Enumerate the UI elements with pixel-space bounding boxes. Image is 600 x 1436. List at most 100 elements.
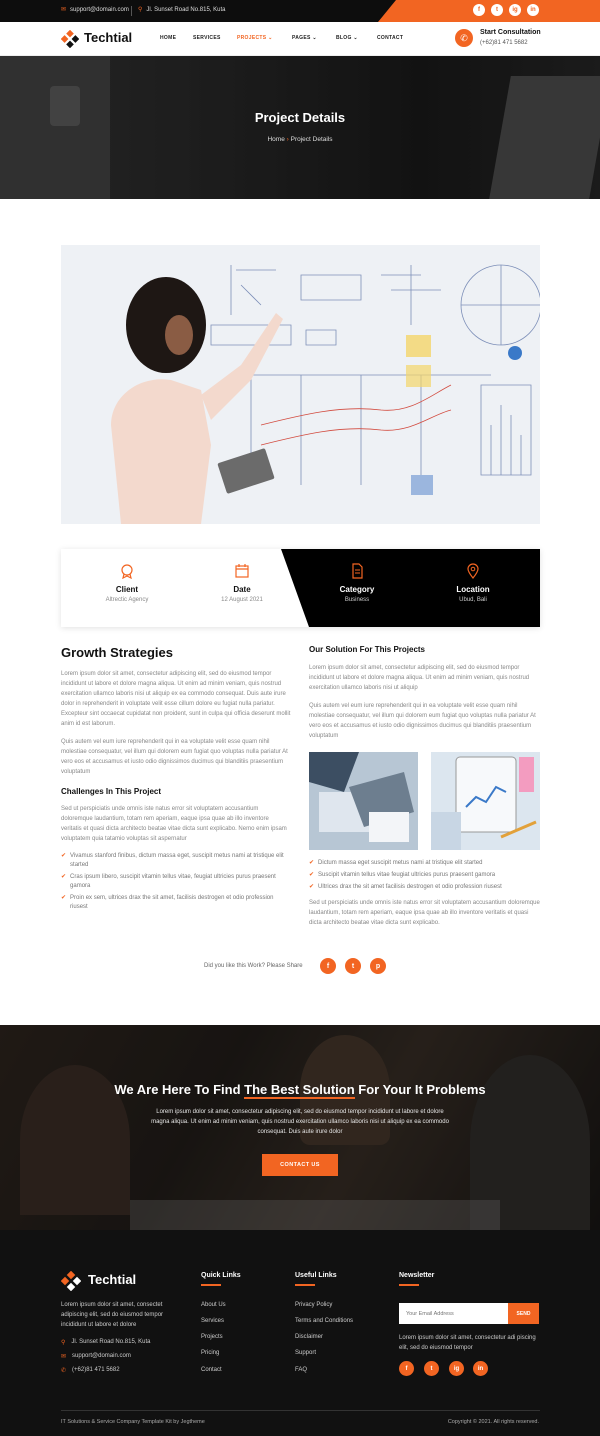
consult-title[interactable]: Start Consultation (480, 29, 541, 36)
info-location: Location Ubud, Bali (423, 563, 523, 603)
linkedin-icon[interactable]: in (527, 4, 539, 16)
breadcrumb-current: Project Details (290, 136, 333, 143)
info-category: Category Business (307, 563, 407, 603)
location-value: Ubud, Bali (459, 597, 487, 603)
award-icon (121, 564, 133, 580)
footer-link[interactable]: Support (295, 1350, 316, 1356)
cta-section: We Are Here To Find The Best Solution Fo… (0, 1025, 600, 1230)
footer-link[interactable]: Services (201, 1318, 224, 1324)
twitter-icon[interactable]: t (424, 1361, 439, 1376)
linkedin-icon[interactable]: in (473, 1361, 488, 1376)
logo-icon (61, 30, 79, 48)
footer-divider (61, 1410, 540, 1411)
topbar-email[interactable]: ✉ support@domain.com (61, 6, 129, 14)
footer-link[interactable]: Privacy Policy (295, 1302, 332, 1308)
breadcrumb: Home › Project Details (0, 136, 600, 143)
newsletter-title: Newsletter (399, 1272, 435, 1279)
nav-contact[interactable]: CONTACT (377, 35, 403, 41)
heading-underline (295, 1284, 315, 1286)
location-label: Location (456, 585, 490, 594)
project-image (61, 245, 540, 524)
footer-link[interactable]: Pricing (201, 1350, 219, 1356)
footer-link[interactable]: About Us (201, 1302, 226, 1308)
footer-link[interactable]: FAQ (295, 1367, 307, 1373)
facebook-icon[interactable]: f (473, 4, 485, 16)
main-nav: Techtial HOME SERVICES PROJECTS ⌄ PAGES … (0, 22, 600, 56)
nav-pages[interactable]: PAGES ⌄ (292, 35, 317, 41)
nav-services[interactable]: SERVICES (193, 35, 221, 41)
instagram-icon[interactable]: ig (449, 1361, 464, 1376)
date-value: 12 August 2021 (221, 597, 263, 603)
phone-icon[interactable]: ✆ (455, 29, 473, 47)
list-item: ✔ Suscipit vitamin tellus vitae feugiat u… (309, 872, 496, 878)
newsletter-email-input[interactable] (399, 1303, 508, 1324)
breadcrumb-separator-icon: › (286, 136, 289, 143)
chevron-down-icon: ⌄ (268, 35, 273, 41)
calendar-icon (235, 564, 249, 578)
category-value: Business (344, 597, 370, 603)
paragraph: Sed ut perspiciatis unde omnis iste natu… (61, 806, 287, 842)
document-icon (352, 563, 363, 579)
chevron-down-icon: ⌄ (353, 35, 358, 41)
cta-text: Lorem ipsum dolor sit amet, consectetur … (151, 1109, 449, 1135)
newsletter-send-button[interactable]: SEND (508, 1303, 539, 1324)
facebook-share-icon[interactable]: f (320, 958, 336, 974)
cta-title: We Are Here To Find The Best Solution Fo… (114, 1082, 486, 1099)
topbar-address: ⚲ Jl. Sunset Road No.815, Kuta (138, 6, 226, 14)
copyright: Copyright © 2021. All rights reserved. (447, 1419, 539, 1425)
list-item: ✔ Ultrices drax the sit amet facilisis de… (309, 884, 502, 890)
footer-email[interactable]: ✉ support@domain.com (61, 1353, 131, 1360)
client-value: Altrectic Agency (105, 597, 149, 603)
whiteboard-illustration (61, 245, 540, 524)
footer-address: ⚲ Jl. Sunset Road No.815, Kuta (61, 1339, 151, 1346)
nav-projects[interactable]: PROJECTS ⌄ (237, 35, 273, 41)
category-label: Category (339, 585, 375, 594)
paragraph: Lorem ipsum dolor sit amet, consectetur … (309, 665, 530, 691)
info-date: Date 12 August 2021 (192, 563, 292, 603)
twitter-icon[interactable]: t (491, 4, 503, 16)
footer: Techtial Lorem ipsum dolor sit amet, con… (0, 1230, 600, 1436)
brand-name[interactable]: Techtial (84, 30, 132, 45)
laptop-photo (309, 752, 418, 850)
tablet-photo (431, 752, 540, 850)
paragraph: Sed ut perspiciatis unde omnis iste natu… (309, 900, 540, 926)
info-client: Client Altrectic Agency (77, 563, 177, 603)
right-column: Our Solution For This Projects Lorem ips… (309, 645, 540, 928)
instagram-icon[interactable]: ig (509, 4, 521, 16)
check-icon: ✔ (309, 872, 315, 878)
topbar-accent (378, 0, 600, 22)
list-item: ✔ Vivamus stanford finibus, dictum massa … (61, 853, 284, 868)
chevron-down-icon: ⌄ (312, 35, 317, 41)
footer-link[interactable]: Projects (201, 1334, 223, 1340)
footer-link[interactable]: Disclaimer (295, 1334, 323, 1340)
footer-credit: IT Solutions & Service Company Template … (61, 1419, 205, 1425)
nav-home[interactable]: HOME (160, 35, 176, 41)
pinterest-share-icon[interactable]: p (370, 958, 386, 974)
date-label: Date (233, 585, 251, 594)
paragraph: Quis autem vel eum iure reprehenderit qu… (61, 739, 288, 775)
footer-brand[interactable]: Techtial (88, 1272, 136, 1287)
map-pin-icon: ⚲ (138, 7, 143, 13)
mail-icon: ✉ (61, 7, 67, 13)
twitter-share-icon[interactable]: t (345, 958, 361, 974)
list-item: ✔ Cras ipsum libero, suscipit vitamin tel… (61, 874, 276, 889)
footer-link[interactable]: Contact (201, 1367, 222, 1373)
footer-link[interactable]: Terms and Conditions (295, 1318, 353, 1324)
section-title: Our Solution For This Projects (309, 645, 426, 654)
bullet-list: ✔ Vivamus stanford finibus, dictum massa … (61, 852, 291, 912)
section-subtitle: Challenges In This Project (61, 787, 162, 796)
page-banner: Project Details Home › Project Details (0, 56, 600, 199)
project-info-card: Client Altrectic Agency Date 12 August 2… (61, 549, 540, 627)
nav-blog[interactable]: BLOG ⌄ (336, 35, 358, 41)
footer-phone[interactable]: ✆ (+62)81 471 5682 (61, 1367, 120, 1374)
list-item: ✔ Proin ex sem, ultrices drax the sit ame… (61, 895, 274, 910)
facebook-icon[interactable]: f (399, 1361, 414, 1376)
contact-us-button[interactable]: CONTACT US (262, 1154, 338, 1176)
share-label: Did you like this Work? Please Share (204, 963, 303, 969)
list-item: ✔ Dictum massa eget suscipit metus nami a… (309, 860, 483, 866)
check-icon: ✔ (61, 895, 67, 901)
check-icon: ✔ (309, 884, 315, 890)
image-pair (309, 752, 540, 850)
breadcrumb-home[interactable]: Home (267, 136, 284, 143)
mail-icon: ✉ (61, 1354, 67, 1360)
